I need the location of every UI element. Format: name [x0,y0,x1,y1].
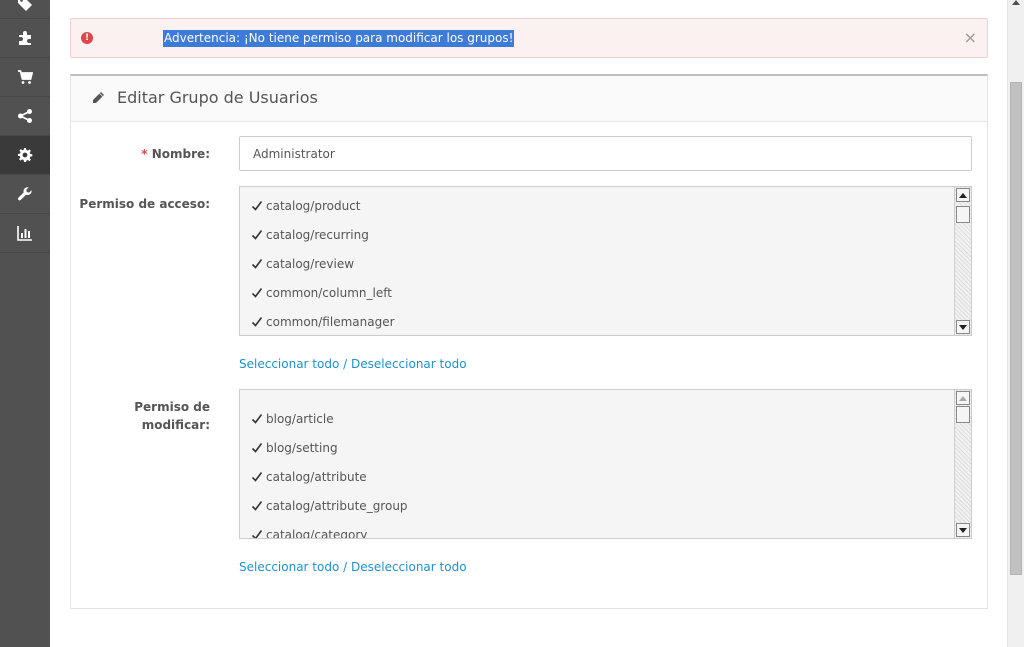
list-item[interactable]: blog/setting [250,438,338,458]
sidebar-item-extensions[interactable] [0,19,50,58]
wrench-icon [18,187,32,201]
list-scrollbar-thumb[interactable] [956,206,970,223]
list-item-label: catalog/review [266,257,355,271]
sidebar-item-catalog[interactable] [0,0,50,19]
sidebar-item-sales[interactable] [0,58,50,97]
deselect-all-link[interactable]: Deseleccionar todo [351,357,467,371]
checkmark-icon [251,201,263,211]
list-item[interactable]: catalog/attribute [250,467,367,487]
arrow-down-icon [959,527,967,533]
checkbox[interactable] [250,228,264,242]
checkbox[interactable] [250,199,264,213]
list-item[interactable]: catalog/recurring [250,225,369,245]
alert-message: Advertencia: ¡No tiene permiso para modi… [163,30,515,47]
access-permission-list[interactable]: catalog/product catalog/recurring catalo… [239,186,972,336]
arrow-down-icon [959,324,967,330]
list-item[interactable]: catalog/category [250,525,368,539]
link-separator: / [339,357,351,371]
checkmark-icon [251,230,263,240]
checkmark-icon [251,530,263,538]
list-item-label: catalog/recurring [266,228,369,242]
checkbox[interactable] [250,315,264,329]
link-separator: / [339,560,351,574]
pencil-icon [93,92,104,103]
warning-alert: ! Advertencia: ¡No tiene permiso para mo… [70,18,988,58]
select-all-link[interactable]: Seleccionar todo [239,357,339,371]
panel-heading: Editar Grupo de Usuarios [71,76,987,122]
list-item-label: catalog/product [266,199,361,213]
sidebar-item-system[interactable] [0,136,50,175]
checkbox[interactable] [250,257,264,271]
scroll-down-button[interactable] [956,523,970,537]
list-item[interactable]: catalog/product [250,196,361,216]
list-scrollbar-thumb[interactable] [956,406,970,423]
gear-icon [18,148,33,162]
sidebar-item-tools[interactable] [0,175,50,214]
list-item[interactable]: catalog/attribute_group [250,496,408,516]
list-item-label: blog/setting [266,441,338,455]
share-icon [18,109,32,123]
modify-select-links: Seleccionar todo / Deseleccionar todo [239,560,467,574]
select-all-link[interactable]: Seleccionar todo [239,560,339,574]
puzzle-icon [19,31,31,45]
shopping-cart-icon [18,70,33,84]
checkbox[interactable] [250,286,264,300]
exclamation-circle-icon: ! [81,32,93,44]
sidebar-item-reports[interactable] [0,214,50,253]
checkbox[interactable] [250,499,264,513]
checkbox[interactable] [250,441,264,455]
checkmark-icon [251,414,263,424]
close-icon[interactable]: × [964,28,977,47]
checkmark-icon [251,443,263,453]
list-item[interactable]: common/column_left [250,283,392,303]
checkmark-icon [251,317,263,327]
scroll-down-button[interactable] [956,320,970,334]
page-scrollbar[interactable] [1007,0,1024,647]
tags-icon [18,0,32,11]
arrow-up-icon [959,395,967,401]
scroll-up-button[interactable] [956,391,970,405]
list-item[interactable]: blog/article [250,409,334,429]
arrow-up-icon [959,192,967,198]
scroll-up-arrow-icon[interactable] [1008,0,1024,10]
scroll-up-button[interactable] [956,188,970,202]
sidebar [0,0,50,647]
list-item-label: catalog/attribute_group [266,499,408,513]
checkmark-icon [251,259,263,269]
checkmark-icon [251,472,263,482]
deselect-all-link[interactable]: Deseleccionar todo [351,560,467,574]
bar-chart-icon [17,226,32,241]
page-scrollbar-thumb[interactable] [1010,82,1022,575]
required-mark: * [141,147,148,161]
list-scrollbar[interactable] [954,187,971,335]
checkbox[interactable] [250,470,264,484]
modify-permission-list[interactable]: blog/article blog/setting catalog/attrib… [239,389,972,539]
list-item-label: common/filemanager [266,315,395,329]
sidebar-item-marketing[interactable] [0,97,50,136]
list-item-label: catalog/category [266,528,368,539]
access-select-links: Seleccionar todo / Deseleccionar todo [239,357,467,371]
list-scrollbar[interactable] [954,390,971,538]
list-item-label: common/column_left [266,286,392,300]
checkmark-icon [251,501,263,511]
checkbox[interactable] [250,412,264,426]
name-input[interactable] [239,136,972,171]
checkbox[interactable] [250,528,264,538]
name-label-text: Nombre: [151,147,210,161]
list-item-label: blog/article [266,412,334,426]
list-item[interactable]: common/filemanager [250,312,395,332]
checkmark-icon [251,288,263,298]
list-item-label: catalog/attribute [266,470,367,484]
list-item[interactable]: catalog/review [250,254,354,274]
panel-title: Editar Grupo de Usuarios [117,88,318,107]
